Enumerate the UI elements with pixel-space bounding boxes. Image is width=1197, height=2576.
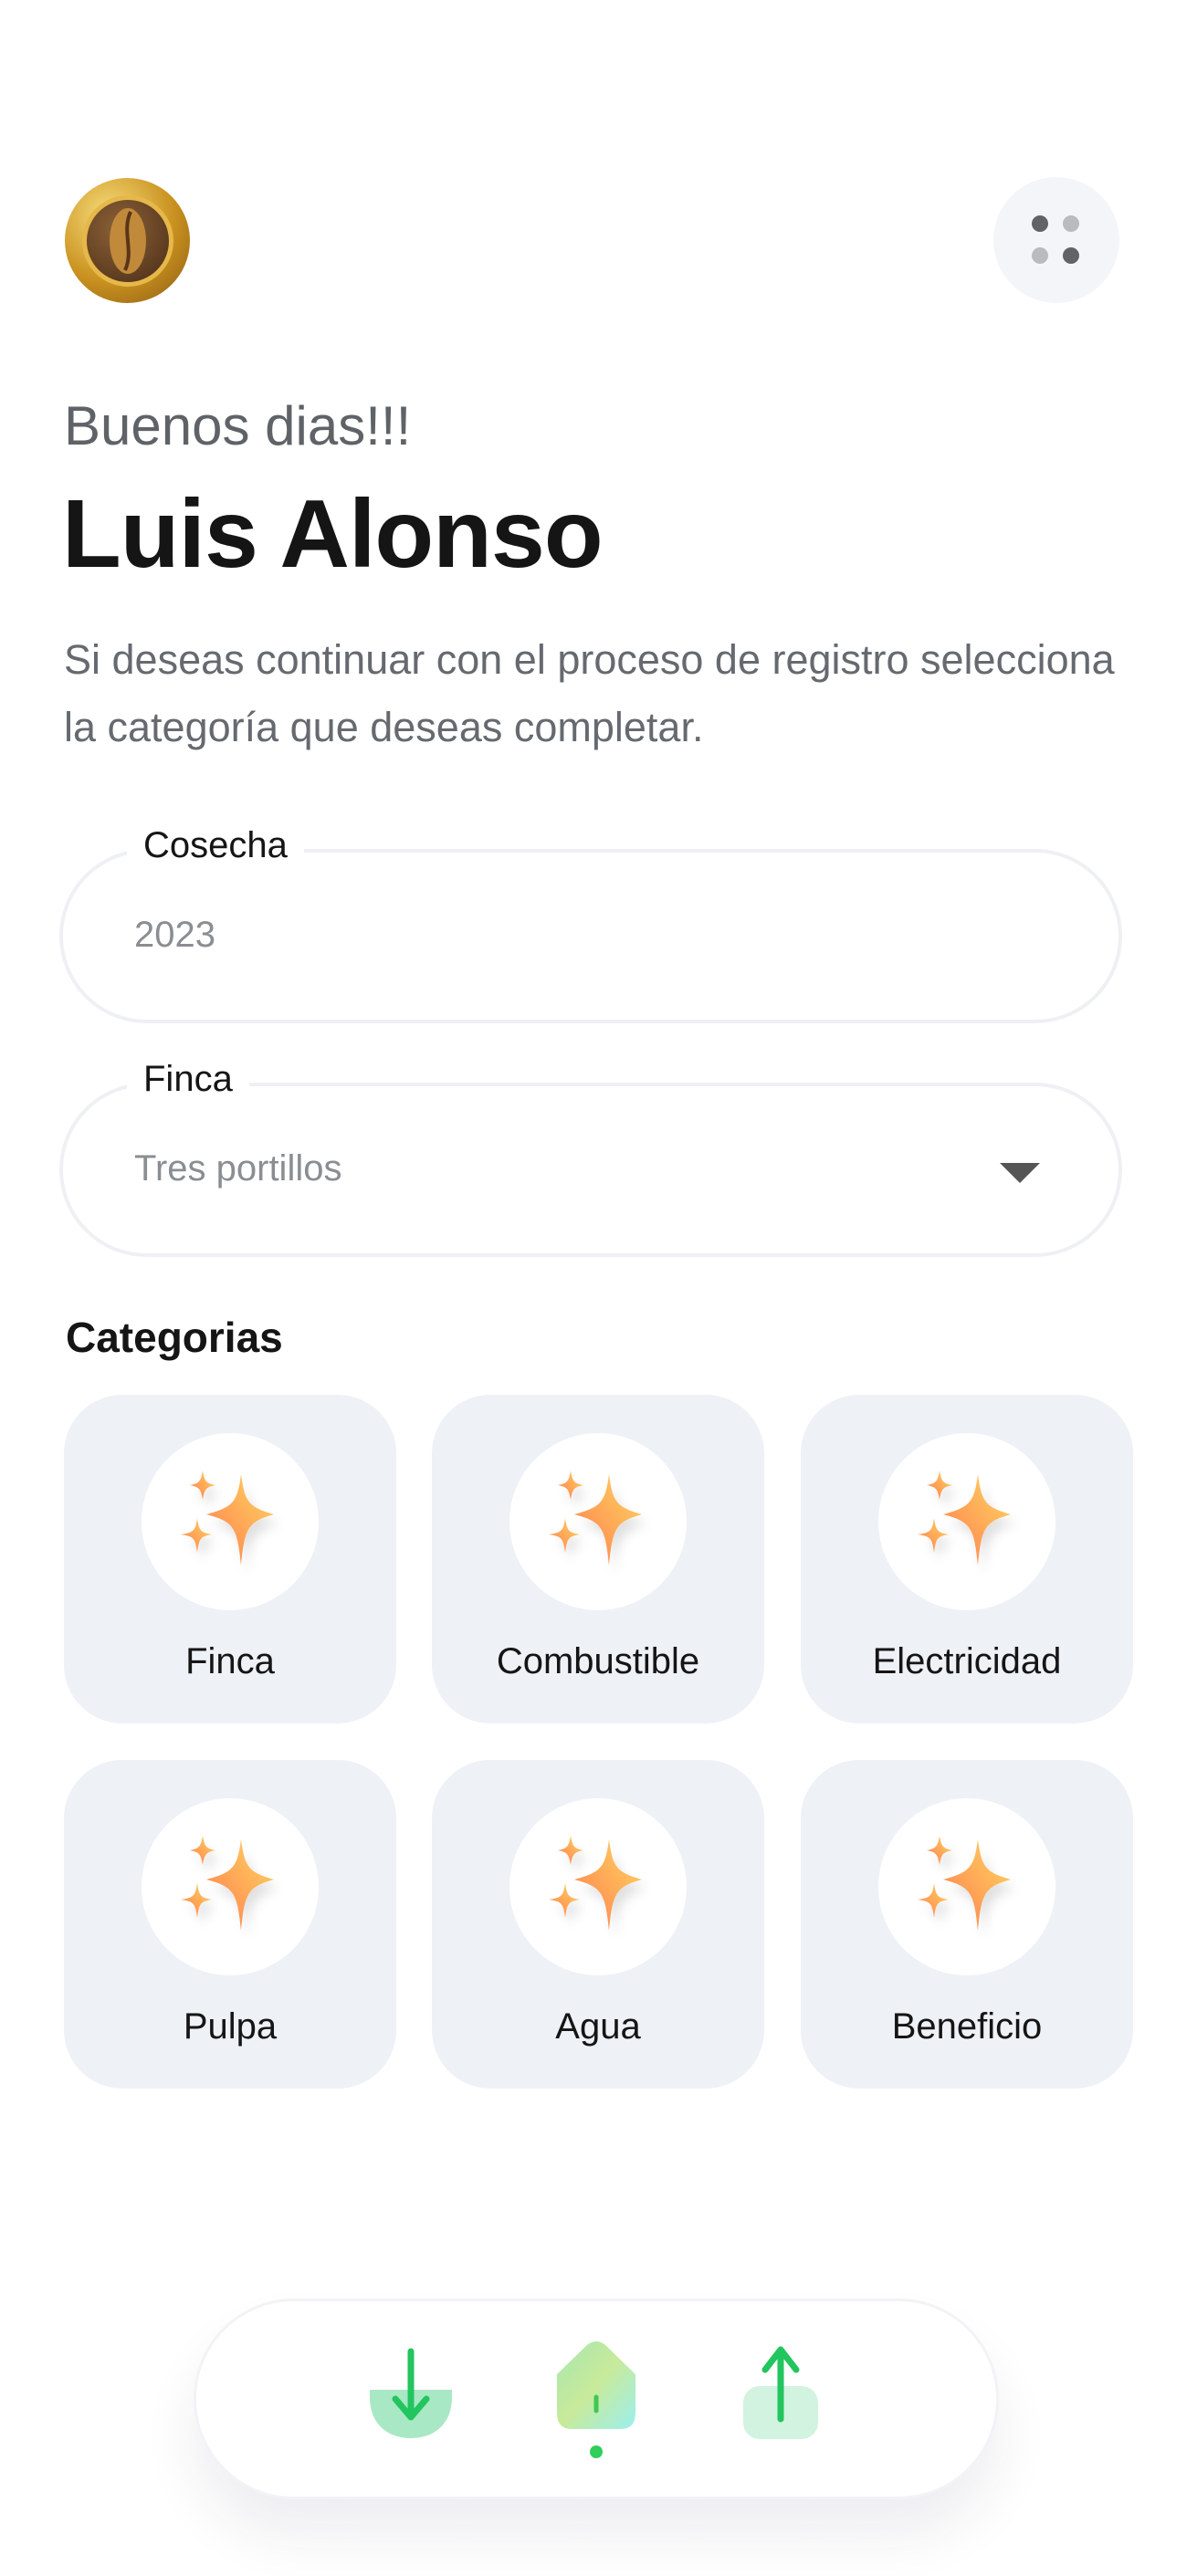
category-label: Combustible (496, 1641, 700, 1681)
icon-circle (142, 1798, 319, 1975)
category-label: Finca (185, 1641, 275, 1681)
finca-value: Tres portillos (134, 1148, 342, 1189)
home-icon (557, 2341, 635, 2429)
dots-grid-icon (1032, 215, 1048, 232)
icon-circle (878, 1433, 1055, 1610)
category-label: Beneficio (891, 2006, 1043, 2047)
icon-circle (509, 1433, 687, 1610)
category-label: Pulpa (183, 2006, 278, 2047)
category-label: Agua (555, 2006, 641, 2047)
sparkles-icon (912, 1830, 1022, 1944)
category-card-electricidad[interactable]: Electricidad (801, 1395, 1133, 1723)
dot (1063, 215, 1079, 232)
icon-circle (509, 1798, 687, 1975)
category-label: Electricidad (872, 1641, 1062, 1681)
nav-home[interactable] (546, 2338, 646, 2458)
cosecha-label: Cosecha (127, 825, 304, 866)
dot (1063, 247, 1079, 264)
category-card-pulpa[interactable]: Pulpa (64, 1760, 396, 2089)
category-card-agua[interactable]: Agua (432, 1760, 764, 2089)
menu-button[interactable] (993, 177, 1119, 303)
intro-text: Si deseas continuar con el proceso de re… (64, 636, 1115, 750)
icon-circle (878, 1798, 1055, 1975)
icon-circle (142, 1433, 319, 1610)
finca-label: Finca (127, 1059, 249, 1100)
sparkles-icon (912, 1465, 1022, 1579)
bottom-nav (194, 2299, 999, 2499)
nav-upload[interactable] (730, 2342, 831, 2443)
app-logo (65, 178, 190, 303)
nav-download[interactable] (361, 2342, 461, 2443)
cosecha-value: 2023 (134, 915, 215, 955)
sparkles-icon (175, 1830, 285, 1944)
active-indicator (590, 2445, 603, 2458)
category-card-combustible[interactable]: Combustible (432, 1395, 764, 1723)
sparkles-icon (543, 1830, 653, 1944)
greeting: Buenos dias!!! (64, 395, 412, 456)
dot (1032, 247, 1048, 264)
finca-select[interactable]: Finca Tres portillos (59, 1059, 1122, 1257)
category-card-beneficio[interactable]: Beneficio (801, 1760, 1133, 2089)
coffee-bean-icon (81, 194, 173, 287)
sparkles-icon (175, 1465, 285, 1579)
user-name: Luis Alonso (62, 480, 604, 588)
upload-icon (743, 2346, 818, 2439)
sparkles-icon (543, 1465, 653, 1579)
categories-title: Categorias (66, 1314, 283, 1361)
chevron-down-icon (1000, 1163, 1040, 1183)
category-card-finca[interactable]: Finca (64, 1395, 396, 1723)
cosecha-field[interactable]: Cosecha 2023 (59, 825, 1122, 1023)
download-icon (370, 2348, 452, 2438)
